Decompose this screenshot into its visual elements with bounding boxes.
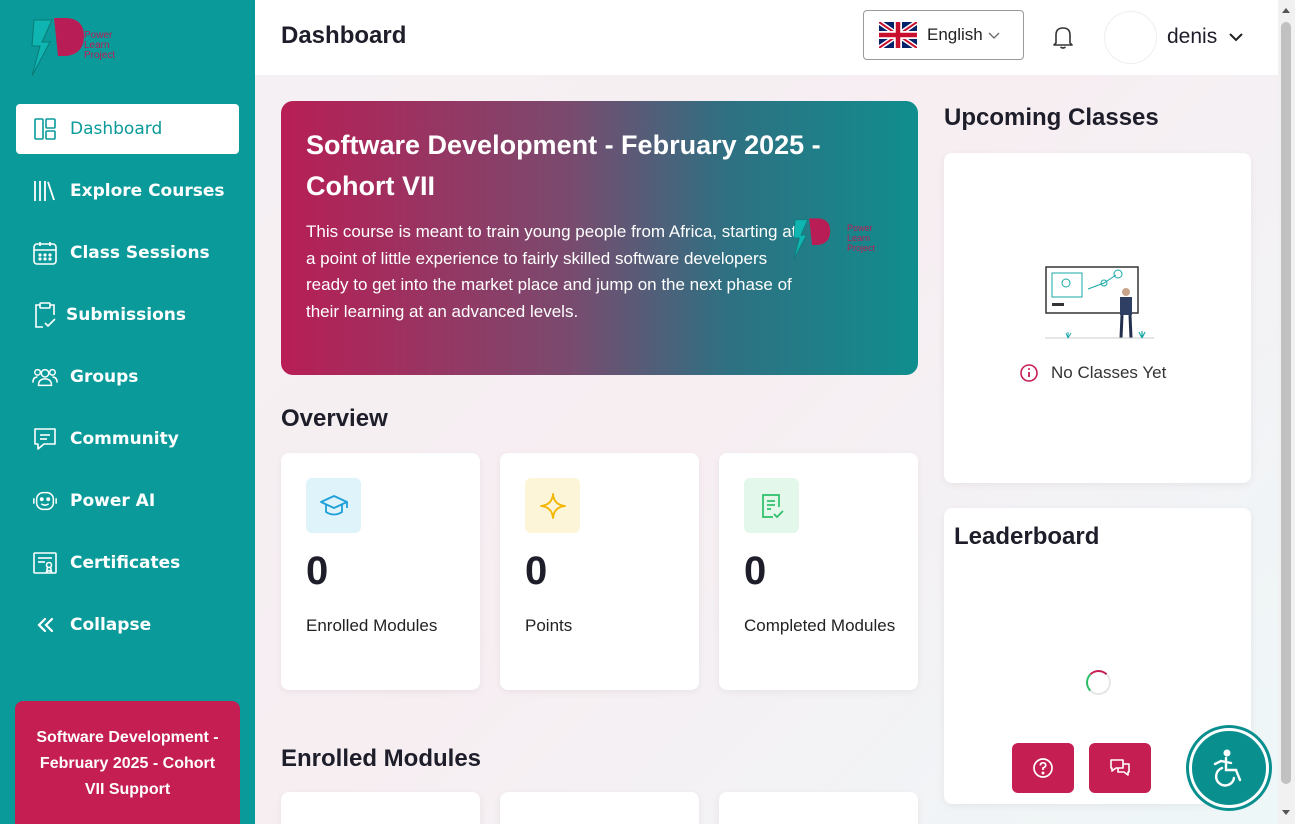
uk-flag-icon xyxy=(879,22,917,48)
graduation-cap-icon xyxy=(306,478,361,533)
loading-spinner xyxy=(1086,670,1111,695)
sidebar-item-label: Class Sessions xyxy=(70,243,210,263)
page-title: Dashboard xyxy=(281,22,407,49)
leaderboard-title: Leaderboard xyxy=(954,523,1100,550)
calendar-icon xyxy=(32,240,58,266)
accessibility-button[interactable] xyxy=(1189,728,1269,808)
sidebar-item-explore-courses[interactable]: Explore Courses xyxy=(16,166,239,216)
dashboard-icon xyxy=(32,116,58,142)
stat-value: 0 xyxy=(306,549,329,593)
chevron-down-icon xyxy=(988,32,1000,39)
course-hero-banner: Software Development - February 2025 - C… xyxy=(281,101,918,375)
sidebar-item-groups[interactable]: Groups xyxy=(16,352,239,402)
stat-value: 0 xyxy=(744,549,767,593)
stat-value: 0 xyxy=(525,549,548,593)
power-learn-project-logo-icon xyxy=(793,218,831,260)
sidebar-item-community[interactable]: Community xyxy=(16,414,239,464)
stat-card-enrolled-modules: 0 Enrolled Modules xyxy=(281,453,480,690)
sidebar-item-label: Collapse xyxy=(70,615,152,635)
books-icon xyxy=(32,178,58,204)
user-menu-chevron-icon[interactable] xyxy=(1227,30,1245,44)
users-icon xyxy=(32,364,58,390)
main-content: Software Development - February 2025 - C… xyxy=(255,75,1278,824)
sidebar-item-class-sessions[interactable]: Class Sessions xyxy=(16,228,239,278)
sidebar-item-collapse[interactable]: Collapse xyxy=(16,600,239,650)
cohort-support-card[interactable]: Software Development - February 2025 - C… xyxy=(15,701,240,824)
course-description: This course is meant to train young peop… xyxy=(306,222,797,321)
page-scrollbar[interactable] xyxy=(1278,0,1295,824)
enrolled-modules-title: Enrolled Modules xyxy=(281,745,482,772)
upcoming-classes-title: Upcoming Classes xyxy=(944,104,1159,131)
clipboard-check-icon xyxy=(32,302,58,328)
messages-icon xyxy=(1110,759,1130,776)
sidebar-item-label: Power AI xyxy=(70,491,156,511)
chevrons-left-icon xyxy=(32,612,58,638)
overview-title: Overview xyxy=(281,405,388,432)
sidebar-item-label: Groups xyxy=(70,367,139,387)
user-name[interactable]: denis xyxy=(1167,25,1217,49)
module-card[interactable] xyxy=(719,792,918,824)
robot-icon xyxy=(32,488,58,514)
stat-card-completed-modules: 0 Completed Modules xyxy=(719,453,918,690)
teacher-whiteboard-illustration xyxy=(1045,266,1154,339)
avatar[interactable] xyxy=(1104,11,1157,64)
sidebar-item-certificates[interactable]: Certificates xyxy=(16,538,239,588)
sidebar-item-label: Explore Courses xyxy=(70,181,225,201)
stat-label: Completed Modules xyxy=(744,616,896,635)
sidebar-item-power-ai[interactable]: Power AI xyxy=(16,476,239,526)
module-card[interactable] xyxy=(281,792,480,824)
scrollbar-thumb[interactable] xyxy=(1281,22,1291,784)
sidebar-item-submissions[interactable]: Submissions xyxy=(16,290,239,340)
scroll-up-arrow-icon[interactable] xyxy=(1282,8,1290,13)
stat-label: Points xyxy=(525,616,573,635)
help-icon xyxy=(1033,758,1053,778)
sidebar-item-label: Submissions xyxy=(66,305,187,325)
module-card[interactable] xyxy=(500,792,699,824)
notification-bell-icon[interactable] xyxy=(1051,24,1075,54)
top-header: Dashboard English denis xyxy=(255,0,1278,75)
stat-card-points: 0 Points xyxy=(500,453,699,690)
stat-label: Enrolled Modules xyxy=(306,616,438,635)
course-title: Software Development - February 2025 - C… xyxy=(306,130,821,201)
sidebar: Power Learn Project Dashboard Explore Co… xyxy=(0,0,255,824)
scroll-down-arrow-icon[interactable] xyxy=(1282,810,1290,815)
certificate-icon xyxy=(32,550,58,576)
chat-button[interactable] xyxy=(1089,743,1151,793)
no-classes-text: No Classes Yet xyxy=(1051,363,1167,382)
info-icon xyxy=(1020,364,1038,382)
sidebar-item-dashboard[interactable]: Dashboard xyxy=(16,104,239,154)
sparkle-icon xyxy=(525,478,580,533)
upcoming-classes-panel: No Classes Yet xyxy=(944,153,1251,483)
chat-icon xyxy=(32,426,58,452)
logo-text: Power Learn Project xyxy=(84,30,116,61)
sidebar-item-label: Community xyxy=(70,429,179,449)
hero-logo-text: Power Learn Project xyxy=(847,223,876,253)
language-selector[interactable]: English xyxy=(863,10,1024,60)
sidebar-item-label: Dashboard xyxy=(70,119,163,139)
checklist-icon xyxy=(744,478,799,533)
help-button[interactable] xyxy=(1012,743,1074,793)
support-card-label: Software Development - February 2025 - C… xyxy=(36,729,219,798)
no-classes-message: No Classes Yet xyxy=(1019,363,1166,383)
language-label: English xyxy=(927,25,983,44)
accessibility-wheelchair-icon xyxy=(1213,749,1242,787)
sidebar-item-label: Certificates xyxy=(70,553,181,573)
